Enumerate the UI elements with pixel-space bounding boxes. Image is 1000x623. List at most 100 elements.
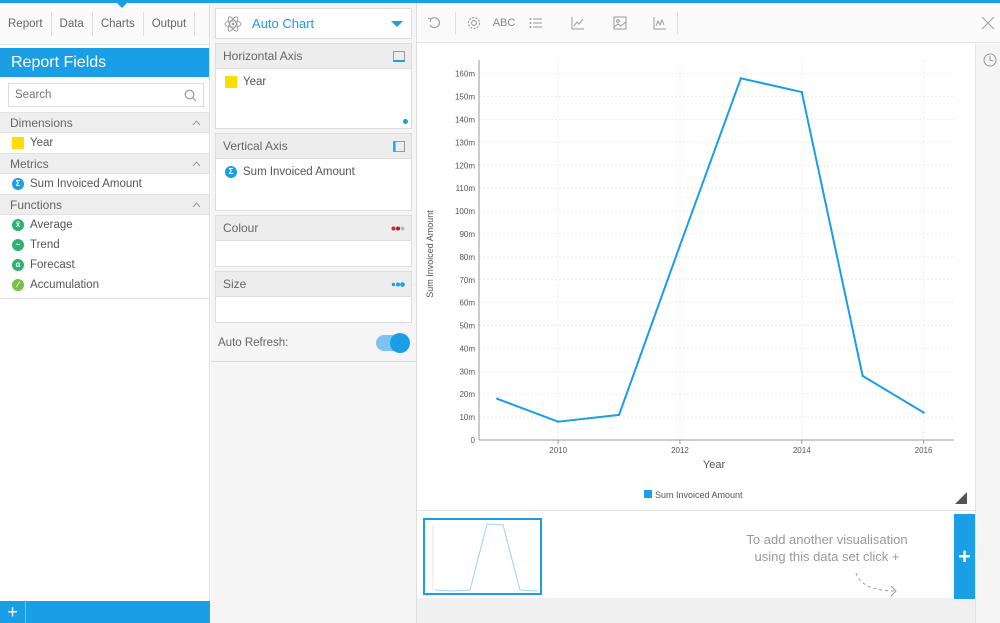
y-tick-label: 110m [456, 184, 476, 193]
y-tick-label: 60m [459, 299, 475, 308]
size-drop[interactable] [216, 297, 411, 323]
y-axis-title: Sum Invoiced Amount [425, 210, 435, 298]
chart-type-select[interactable]: Auto Chart [215, 8, 412, 39]
vertical-axis-box: Vertical Axis Σ Sum Invoiced Amount [215, 133, 412, 211]
undo-button[interactable] [419, 3, 449, 43]
y-tick-label: 20m [459, 390, 475, 399]
auto-refresh-row: Auto Refresh: [218, 333, 410, 353]
colour-drop[interactable] [216, 241, 411, 267]
data-point [678, 244, 682, 247]
vertical-axis-field-label: Sum Invoiced Amount [243, 166, 355, 178]
functions-header[interactable]: Functions [0, 194, 209, 215]
add-field-button[interactable]: + [0, 601, 26, 623]
chevron-up-icon[interactable] [192, 119, 201, 126]
vertical-axis-label: Vertical Axis [223, 139, 288, 153]
field-sum-invoiced-amount[interactable]: Σ Sum Invoiced Amount [0, 174, 209, 194]
auto-refresh-label: Auto Refresh: [218, 337, 289, 349]
function-accumulation[interactable]: ∕ Accumulation [0, 275, 209, 295]
colour-label: Colour [223, 221, 259, 235]
hint-line-2: using this data set click + [754, 549, 900, 564]
data-point [922, 411, 925, 414]
auto-refresh-toggle[interactable] [376, 333, 410, 353]
labels-button[interactable]: ABC [489, 3, 519, 43]
function-label: Trend [30, 239, 60, 251]
report-fields-panel: Report Data Charts Output Report Fields … [0, 3, 210, 623]
y-tick-label: 160m [455, 70, 475, 79]
y-tick-label: 30m [459, 367, 475, 376]
chart-toolbar: ABC [417, 3, 1000, 43]
function-average[interactable]: x̄ Average [0, 215, 209, 235]
field-label: Year [30, 137, 54, 149]
function-forecast[interactable]: α Forecast [0, 255, 209, 275]
y-tick-label: 120m [455, 161, 475, 170]
axis-button[interactable] [563, 3, 593, 43]
metrics-label: Metrics [10, 156, 49, 171]
dashed-arrow-icon [855, 572, 897, 597]
add-visualisation-button[interactable]: + [954, 514, 975, 599]
toolbar-separator [677, 12, 678, 34]
vertical-axis-field[interactable]: Σ Sum Invoiced Amount [225, 166, 402, 178]
chart-thumbnail[interactable] [423, 518, 542, 595]
legend-button[interactable] [521, 3, 551, 43]
legend-swatch [644, 490, 652, 498]
function-label: Accumulation [30, 279, 100, 291]
horizontal-axis-box: Horizontal Axis Year [215, 43, 412, 129]
vertical-axis-header: Vertical Axis [216, 134, 411, 159]
dimensions-header[interactable]: Dimensions [0, 112, 209, 133]
chevron-up-icon[interactable] [192, 160, 201, 167]
tab-charts[interactable]: Charts [93, 11, 144, 36]
background-button[interactable] [605, 3, 635, 43]
vertical-axis-drop[interactable]: Σ Sum Invoiced Amount [216, 159, 411, 211]
clock-icon[interactable] [983, 53, 997, 67]
colour-box: Colour [215, 215, 412, 267]
list-icon [529, 18, 542, 28]
tab-data[interactable]: Data [52, 11, 93, 36]
search-input[interactable] [15, 89, 165, 101]
size-box: Size [215, 271, 412, 323]
field-search [8, 83, 204, 107]
y-tick-label: 80m [459, 253, 475, 262]
data-point [800, 90, 803, 94]
thumbnail-chart [432, 523, 538, 592]
chart-type-label: Auto Chart [252, 16, 315, 31]
settings-button[interactable] [459, 3, 489, 43]
dimension-swatch-icon [225, 76, 237, 88]
horizontal-axis-field[interactable]: Year [225, 76, 402, 88]
resize-handle-icon[interactable] [955, 492, 967, 504]
close-button[interactable] [973, 3, 1000, 43]
forecast-icon: α [12, 259, 24, 271]
search-icon[interactable] [184, 89, 197, 102]
y-tick-label: 100m [455, 207, 475, 216]
data-point [556, 420, 560, 423]
left-footer: + [0, 601, 210, 623]
hint-line-1: To add another visualisation [746, 532, 908, 547]
report-fields-title: Report Fields [0, 48, 209, 77]
x-axis-title: Year [703, 459, 726, 471]
series-button[interactable] [645, 3, 675, 43]
function-label: Average [30, 219, 73, 231]
tab-output[interactable]: Output [144, 11, 196, 36]
function-label: Forecast [30, 259, 75, 271]
chevron-up-icon[interactable] [192, 201, 201, 208]
field-year[interactable]: Year [0, 133, 209, 153]
colour-header: Colour [216, 216, 411, 241]
dimensions-label: Dimensions [10, 115, 73, 130]
function-trend[interactable]: ~ Trend [0, 235, 209, 255]
x-tick-label: 2012 [671, 446, 689, 455]
legend-label[interactable]: Sum Invoiced Amount [655, 490, 743, 500]
abc-icon: ABC [492, 17, 516, 29]
axis-icon [571, 17, 584, 30]
tab-report[interactable]: Report [0, 11, 52, 36]
toggle-knob [390, 333, 410, 353]
x-tick-label: 2016 [915, 446, 933, 455]
colour-dots-icon [391, 226, 405, 230]
accumulation-icon: ∕ [12, 279, 24, 291]
horizontal-axis-drop[interactable]: Year [216, 69, 411, 129]
x-tick-label: 2010 [549, 446, 567, 455]
active-tab-indicator [117, 3, 127, 8]
vertical-axis-icon [393, 140, 405, 152]
add-visualisation-hint: To add another visualisation using this … [722, 531, 932, 601]
y-tick-label: 140m [455, 116, 475, 125]
metrics-header[interactable]: Metrics [0, 153, 209, 174]
field-label: Sum Invoiced Amount [30, 178, 142, 190]
